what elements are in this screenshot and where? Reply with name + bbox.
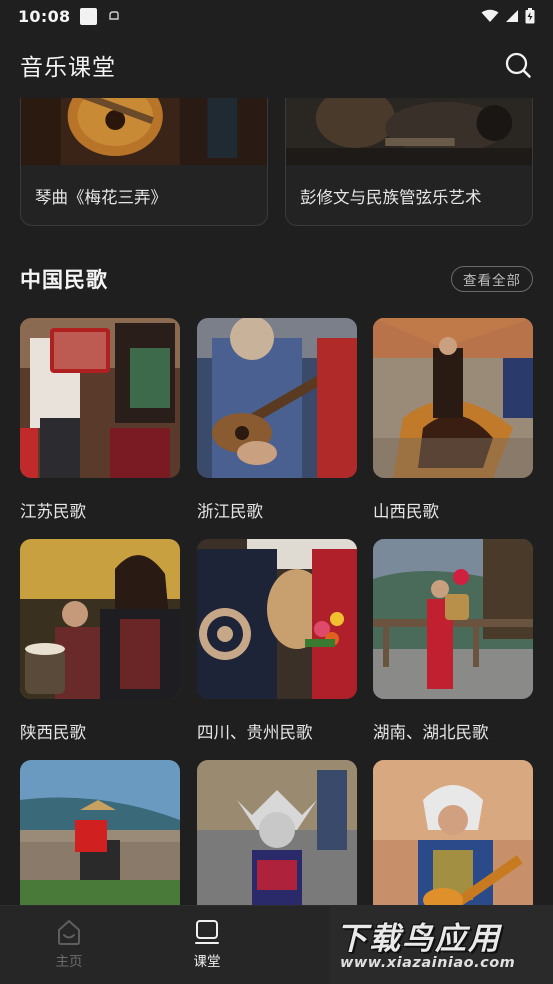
folk-song-tile-8[interactable] bbox=[197, 760, 357, 920]
watermark-title: 下载鸟应用 bbox=[336, 921, 501, 957]
top-card-row: 琴曲《梅花三弄》 彭修文与民族管弦乐艺术 bbox=[20, 98, 533, 226]
folk-song-tile-shaanxi[interactable]: 陕西民歌 bbox=[20, 539, 180, 742]
course-card-label: 琴曲《梅花三弄》 bbox=[35, 188, 167, 207]
folk-song-tile-hunan-hubei[interactable]: 湖南、湖北民歌 bbox=[373, 539, 533, 742]
status-icons bbox=[481, 8, 535, 24]
folk-song-tile-sichuan-guizhou[interactable]: 四川、贵州民歌 bbox=[197, 539, 357, 742]
tile-thumbnail bbox=[197, 539, 357, 699]
tile-thumbnail bbox=[197, 318, 357, 478]
status-bar: 10:08 bbox=[0, 0, 553, 32]
course-card-label: 彭修文与民族管弦乐艺术 bbox=[300, 188, 482, 207]
folk-song-tile-jiangsu[interactable]: 江苏民歌 bbox=[20, 318, 180, 521]
notification-square-icon bbox=[80, 7, 98, 25]
signal-icon bbox=[506, 10, 518, 22]
tile-label: 山西民歌 bbox=[373, 502, 439, 521]
tile-thumbnail bbox=[373, 760, 533, 920]
folk-song-tile-9[interactable] bbox=[373, 760, 533, 920]
folk-song-tile-shanxi[interactable]: 山西民歌 bbox=[373, 318, 533, 521]
tile-label: 陕西民歌 bbox=[20, 723, 86, 742]
search-icon bbox=[505, 52, 531, 78]
tile-thumbnail bbox=[197, 760, 357, 920]
wifi-icon bbox=[481, 9, 499, 22]
home-icon bbox=[58, 919, 80, 945]
tile-thumbnail bbox=[373, 539, 533, 699]
card-thumbnail bbox=[286, 98, 532, 165]
course-card-meihua[interactable]: 琴曲《梅花三弄》 bbox=[20, 98, 268, 226]
nav-label: 主页 bbox=[55, 954, 83, 970]
app-bar: 音乐课堂 bbox=[0, 36, 553, 94]
nav-tab-home[interactable]: 主页 bbox=[34, 918, 104, 970]
tile-label: 浙江民歌 bbox=[197, 502, 263, 521]
tile-label: 江苏民歌 bbox=[20, 502, 86, 521]
section-header-folk-songs: 中国民歌 查看全部 bbox=[20, 262, 533, 296]
watermark: 下载鸟应用 www.xiazainiao.com bbox=[330, 905, 553, 984]
tile-thumbnail bbox=[20, 760, 180, 920]
card-thumbnail bbox=[21, 98, 267, 165]
tile-thumbnail bbox=[20, 318, 180, 478]
course-card-pengxiuwen[interactable]: 彭修文与民族管弦乐艺术 bbox=[285, 98, 533, 226]
status-time: 10:08 bbox=[18, 6, 71, 26]
notification-cloud-icon bbox=[109, 11, 120, 20]
tile-label: 四川、贵州民歌 bbox=[197, 723, 313, 742]
view-all-button[interactable]: 查看全部 bbox=[451, 266, 533, 292]
classroom-icon bbox=[195, 920, 219, 944]
search-button[interactable] bbox=[503, 50, 533, 80]
tile-thumbnail bbox=[20, 539, 180, 699]
tile-thumbnail bbox=[373, 318, 533, 478]
section-title: 中国民歌 bbox=[20, 268, 108, 292]
nav-tab-class[interactable]: 课堂 bbox=[172, 918, 242, 970]
tile-label: 湖南、湖北民歌 bbox=[373, 723, 489, 742]
folk-song-tile-zhejiang[interactable]: 浙江民歌 bbox=[197, 318, 357, 521]
folk-song-tile-7[interactable] bbox=[20, 760, 180, 920]
page-title: 音乐课堂 bbox=[20, 55, 116, 81]
watermark-url: www.xiazainiao.com bbox=[340, 955, 516, 971]
nav-label: 课堂 bbox=[193, 954, 221, 970]
battery-icon bbox=[525, 8, 535, 24]
